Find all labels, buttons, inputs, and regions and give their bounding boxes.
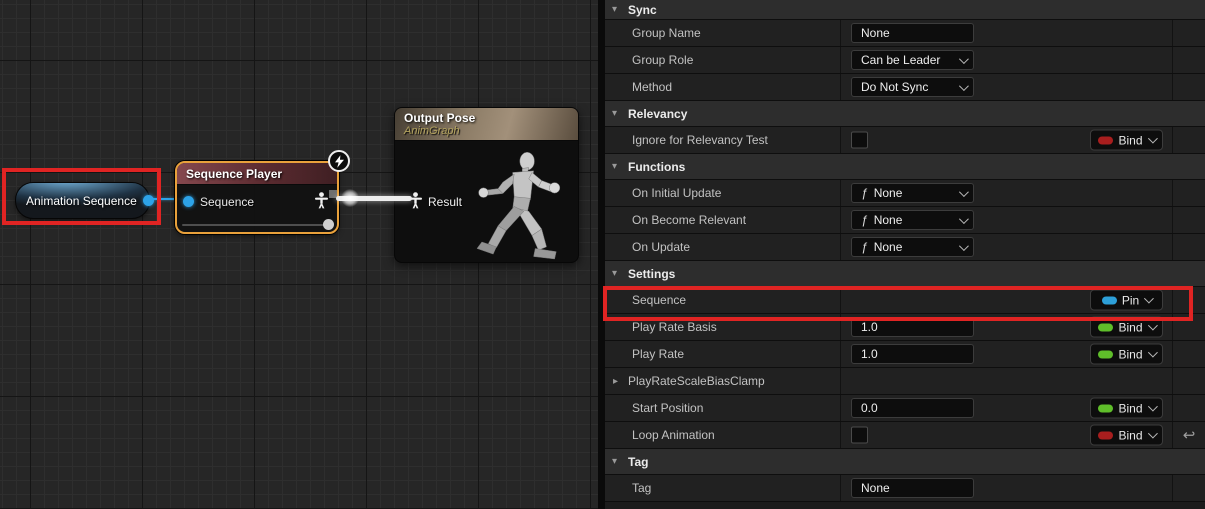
sequence-pin-button[interactable]: Pin: [1090, 290, 1163, 311]
row-on-initial-update: On Initial Update ƒ None: [605, 180, 1205, 207]
details-panel: ▾ Sync Group Name Group Role Can be Lead…: [605, 0, 1205, 509]
chevron-down-icon: [959, 241, 969, 251]
animation-sequence-output-pin[interactable]: [143, 195, 154, 206]
on-become-relevant-dropdown[interactable]: ƒ None: [851, 210, 974, 230]
play-rate-input[interactable]: [851, 344, 974, 364]
function-icon: ƒ: [861, 186, 868, 200]
row-on-update: On Update ƒ None: [605, 234, 1205, 261]
output-pose-node[interactable]: Output Pose AnimGraph Result: [394, 107, 579, 263]
play-rate-basis-bind-button[interactable]: Bind: [1090, 317, 1163, 338]
start-position-bind-button[interactable]: Bind: [1090, 398, 1163, 419]
bind-state-pill-green: [1098, 350, 1113, 358]
function-icon: ƒ: [861, 240, 868, 254]
section-header-tag[interactable]: ▾ Tag: [605, 449, 1205, 475]
chevron-down-icon: [1147, 348, 1157, 358]
bind-state-pill-green: [1098, 404, 1113, 412]
collapse-triangle-icon: ▾: [612, 268, 628, 279]
on-initial-update-dropdown[interactable]: ƒ None: [851, 183, 974, 203]
chevron-down-icon: [1144, 294, 1154, 304]
sequence-player-node-body: Sequence: [177, 185, 337, 234]
bind-state-pill-green: [1098, 323, 1113, 331]
expand-triangle-icon[interactable]: ▸: [613, 376, 628, 387]
function-icon: ƒ: [861, 213, 868, 227]
row-loop-animation: Loop Animation Bind ↩: [605, 422, 1205, 449]
animgraph-canvas[interactable]: Animation Sequence Sequence Player Seque…: [0, 0, 598, 509]
output-pose-node-header[interactable]: Output Pose AnimGraph: [395, 108, 578, 141]
chevron-down-icon: [959, 187, 969, 197]
section-header-functions[interactable]: ▾ Functions: [605, 154, 1205, 180]
chevron-down-icon: [959, 214, 969, 224]
row-on-become-relevant: On Become Relevant ƒ None: [605, 207, 1205, 234]
play-rate-bind-button[interactable]: Bind: [1090, 344, 1163, 365]
chevron-down-icon: [1147, 429, 1157, 439]
row-tag: Tag: [605, 475, 1205, 502]
sequence-player-node-header[interactable]: Sequence Player: [177, 163, 337, 185]
start-position-input[interactable]: [851, 398, 974, 418]
mannequin-image: [454, 145, 576, 263]
group-role-dropdown[interactable]: Can be Leader: [851, 50, 974, 70]
bind-state-pill-blue: [1102, 296, 1117, 304]
collapse-triangle-icon: ▾: [612, 108, 628, 119]
row-start-position: Start Position Bind: [605, 395, 1205, 422]
chevron-down-icon: [959, 81, 969, 91]
collapse-triangle-icon: ▾: [612, 4, 628, 15]
method-dropdown[interactable]: Do Not Sync: [851, 77, 974, 97]
reset-to-default-icon[interactable]: ↩: [1183, 428, 1196, 443]
sequence-input-pin[interactable]: [183, 196, 194, 207]
play-rate-basis-input[interactable]: [851, 317, 974, 337]
wire-glow-blob: [341, 189, 359, 207]
pose-output-pin-icon[interactable]: [314, 192, 329, 209]
bind-state-pill-red: [1098, 431, 1113, 439]
row-playratescalebiasclamp: ▸ PlayRateScaleBiasClamp: [605, 368, 1205, 395]
chevron-down-icon: [1147, 134, 1157, 144]
sequence-player-node-title: Sequence Player: [186, 167, 282, 181]
row-group-role: Group Role Can be Leader: [605, 47, 1205, 74]
row-play-rate-basis: Play Rate Basis Bind: [605, 314, 1205, 341]
chevron-down-icon: [959, 54, 969, 64]
fast-path-lightning-icon: [328, 150, 350, 172]
sequence-input-pin-label: Sequence: [200, 195, 254, 209]
on-update-dropdown[interactable]: ƒ None: [851, 237, 974, 257]
row-method: Method Do Not Sync: [605, 74, 1205, 101]
animation-sequence-node-title: Animation Sequence: [26, 194, 137, 208]
section-header-sync[interactable]: ▾ Sync: [605, 0, 1205, 20]
chevron-down-icon: [1147, 402, 1157, 412]
tag-input[interactable]: [851, 478, 974, 498]
bind-state-pill-red: [1098, 136, 1113, 144]
ignore-relevancy-checkbox[interactable]: [851, 132, 868, 149]
section-header-settings[interactable]: ▾ Settings: [605, 261, 1205, 287]
collapse-triangle-icon: ▾: [612, 161, 628, 172]
row-sequence: Sequence Pin: [605, 287, 1205, 314]
loop-animation-bind-button[interactable]: Bind: [1090, 425, 1163, 446]
group-name-input[interactable]: [851, 23, 974, 43]
row-play-rate: Play Rate Bind: [605, 341, 1205, 368]
playback-slider-handle[interactable]: [323, 219, 334, 230]
playback-slider-track[interactable]: [182, 224, 329, 226]
output-pose-node-body: Result: [395, 141, 578, 263]
loop-animation-checkbox[interactable]: [851, 427, 868, 444]
output-pose-node-subtitle: AnimGraph: [404, 125, 578, 137]
chevron-down-icon: [1147, 321, 1157, 331]
ignore-relevancy-bind-button[interactable]: Bind: [1090, 130, 1163, 151]
row-ignore-for-relevancy-test: Ignore for Relevancy Test Bind: [605, 127, 1205, 154]
row-group-name: Group Name: [605, 20, 1205, 47]
output-pose-node-title: Output Pose: [404, 111, 578, 125]
sequence-player-node[interactable]: Sequence Player Sequence: [175, 161, 339, 234]
collapse-triangle-icon: ▾: [612, 456, 628, 467]
animation-sequence-node[interactable]: Animation Sequence: [15, 182, 150, 219]
section-header-relevancy[interactable]: ▾ Relevancy: [605, 101, 1205, 127]
